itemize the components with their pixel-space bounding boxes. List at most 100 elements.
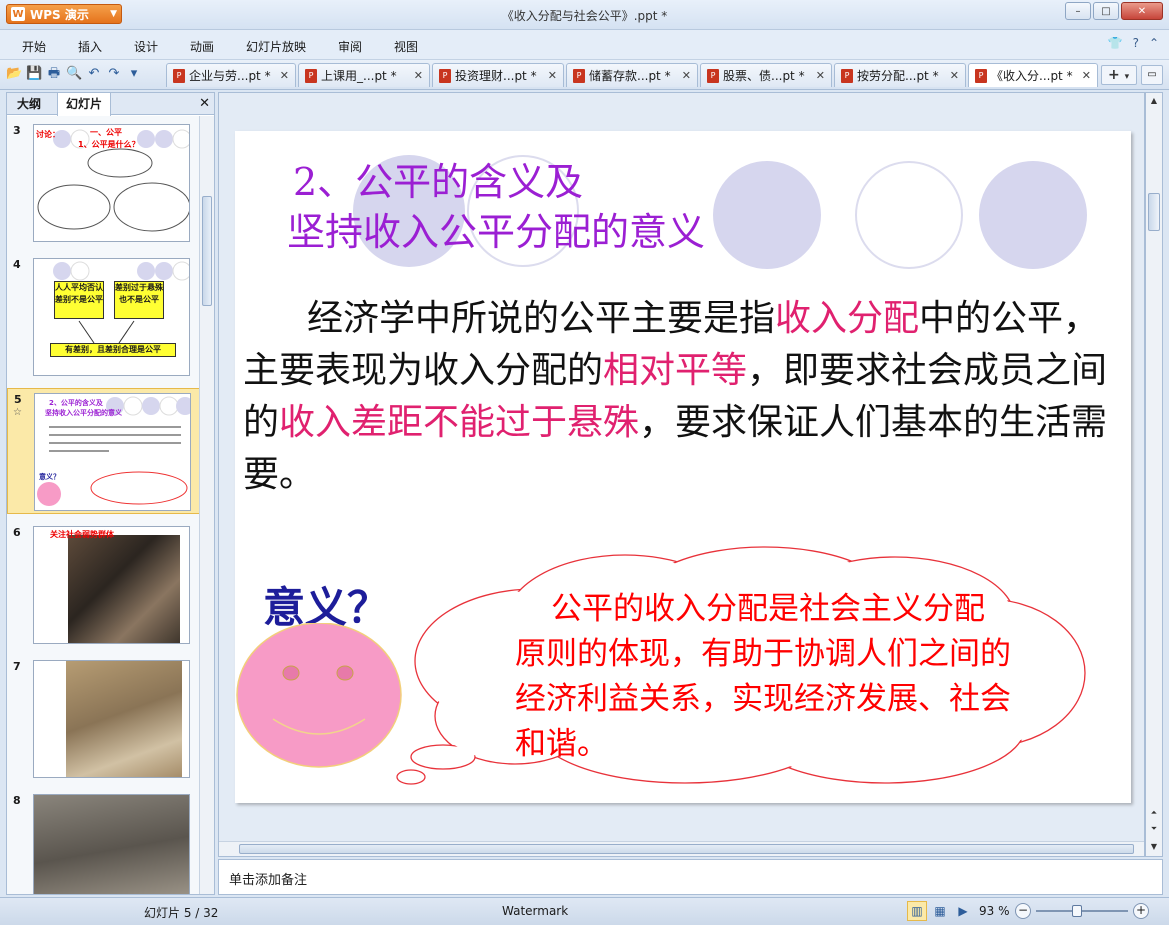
menu-home[interactable]: 开始 [22, 38, 46, 55]
close-tab-icon[interactable]: ✕ [414, 69, 423, 82]
close-tab-icon[interactable]: ✕ [816, 69, 825, 82]
thumbnail-row[interactable]: 8 [7, 790, 200, 894]
minimize-button[interactable]: – [1065, 2, 1091, 20]
slideshow-icon[interactable]: ▶ [953, 901, 973, 921]
save-icon[interactable]: 💾 [26, 66, 42, 82]
menu-view[interactable]: 视图 [394, 38, 418, 55]
thumb-question: 意义？ [39, 473, 60, 481]
close-tab-icon[interactable]: ✕ [950, 69, 959, 82]
thumb-box-3: 有差别，且差别合理是公平 [50, 343, 176, 357]
slide-number: 6 [13, 526, 21, 539]
tab-list-button[interactable]: ▭ [1141, 65, 1163, 85]
menu-insert[interactable]: 插入 [78, 38, 102, 55]
slide-title-line-1: 2、公平的含义及 [293, 160, 584, 204]
doc-tab[interactable]: P 储蓄存款...pt * ✕ [566, 63, 698, 87]
thumb-caption: 关注社会弱势群体 [50, 530, 114, 539]
slide-number: 4 [13, 258, 21, 271]
customize-toolbar-icon[interactable]: ▾ [126, 66, 142, 82]
decor-circle [855, 161, 963, 269]
body-highlight: 相对平等 [603, 350, 748, 391]
horizontal-scrollbar[interactable] [219, 841, 1144, 856]
thumbnail-row[interactable]: 6 关注社会弱势群体 [7, 522, 200, 646]
print-preview-icon[interactable]: 🔍 [66, 66, 82, 82]
panel-scrollbar-thumb[interactable] [202, 196, 212, 306]
scroll-up-icon[interactable]: ▲ [1146, 93, 1162, 109]
doc-tab-active[interactable]: P 《收入分...pt * ✕ [968, 63, 1098, 87]
close-button[interactable]: ✕ [1121, 2, 1163, 20]
ppt-file-icon: P [707, 68, 719, 83]
vertical-scrollbar-thumb[interactable] [1148, 193, 1160, 231]
slide-thumbnail[interactable]: 2、公平的含义及 坚持收入公平分配的意义 意义？ [34, 393, 191, 511]
elder-photo [66, 661, 182, 777]
close-tab-icon[interactable]: ✕ [548, 69, 557, 82]
panel-scrollbar[interactable] [199, 116, 214, 894]
doc-tab[interactable]: P 股票、债...pt * ✕ [700, 63, 832, 87]
cloud-text-content: 公平的收入分配是社会主义分配原则的体现，有助于协调人们之间的经济利益关系，实现经… [515, 591, 1011, 762]
tab-outline[interactable]: 大纲 [9, 93, 49, 115]
slide-thumbnail[interactable]: 关注社会弱势群体 [33, 526, 190, 644]
smiley-face [236, 623, 402, 768]
thumbnail-row-selected[interactable]: 5 ☆ 2、公平的含义及 坚持收入公平分配的意义 意义？ [7, 388, 200, 514]
doc-tab[interactable]: P 上课用_...pt * ✕ [298, 63, 430, 87]
doc-tab[interactable]: P 投资理财...pt * ✕ [432, 63, 564, 87]
ppt-file-icon: P [305, 68, 317, 83]
menu-slideshow[interactable]: 幻灯片放映 [246, 38, 306, 55]
prev-slide-icon[interactable]: ⏶ [1146, 805, 1162, 821]
doc-tab-label: 企业与劳...pt * [189, 69, 271, 83]
doc-tab[interactable]: P 按劳分配...pt * ✕ [834, 63, 966, 87]
shirt-icon[interactable]: 👕 [1108, 36, 1123, 50]
slide-title[interactable]: 2、公平的含义及 坚持收入公平分配的意义 [287, 157, 705, 257]
thumbnail-row[interactable]: 7 [7, 656, 200, 780]
undo-icon[interactable]: ↶ [86, 66, 102, 82]
thumb-subtitle: 1、公平是什么？ [78, 140, 140, 149]
zoom-slider-handle[interactable] [1072, 905, 1082, 917]
slide-title-line-2: 坚持收入公平分配的意义 [287, 210, 706, 254]
slide-thumbnail[interactable] [33, 794, 190, 894]
thumb-title-1: 2、公平的含义及 [49, 399, 103, 407]
slide-thumbnail[interactable]: 讨论： 一、公平 1、公平是什么？ [33, 124, 190, 242]
notes-pane[interactable]: 单击添加备注 [218, 859, 1163, 895]
doc-tab[interactable]: P 企业与劳...pt * ✕ [166, 63, 296, 87]
maximize-button[interactable]: □ [1093, 2, 1119, 20]
thumbnail-row[interactable]: 3 讨论： 一、公平 1、公平是什么？ [7, 120, 200, 244]
close-tab-icon[interactable]: ✕ [280, 69, 289, 82]
print-icon[interactable]: 🖶 [46, 66, 62, 82]
expand-icon[interactable]: ⌃ [1149, 36, 1159, 50]
zoom-out-button[interactable]: − [1015, 903, 1031, 919]
slide-canvas[interactable]: 2、公平的含义及 坚持收入公平分配的意义 经济学中所说的公平主要是指收入分配中的… [235, 131, 1131, 803]
cloud-text[interactable]: 公平的收入分配是社会主义分配原则的体现，有助于协调人们之间的经济利益关系，实现经… [515, 587, 1015, 767]
ppt-file-icon: P [975, 68, 987, 83]
decor-circle [713, 161, 821, 269]
animation-star-icon: ☆ [13, 407, 22, 418]
slide-body-text[interactable]: 经济学中所说的公平主要是指收入分配中的公平，主要表现为收入分配的相对平等，即要求… [243, 293, 1123, 501]
close-tab-icon[interactable]: ✕ [1082, 69, 1091, 82]
doc-tab-label: 按劳分配...pt * [857, 69, 939, 83]
doc-tab-label: 上课用_...pt * [321, 69, 397, 83]
help-icon[interactable]: ? [1133, 36, 1139, 50]
slide-sorter-icon[interactable]: ▦ [930, 901, 950, 921]
next-slide-icon[interactable]: ⏷ [1146, 821, 1162, 837]
slide-editor: 2、公平的含义及 坚持收入公平分配的意义 经济学中所说的公平主要是指收入分配中的… [218, 92, 1145, 857]
menu-design[interactable]: 设计 [134, 38, 158, 55]
redo-icon[interactable]: ↷ [106, 66, 122, 82]
thumb-box-1: 人人平均否认差别不是公平 [54, 281, 104, 319]
new-tab-button[interactable]: + ▾ [1101, 65, 1137, 85]
normal-view-icon[interactable]: ▥ [907, 901, 927, 921]
document-title: 《收入分配与社会公平》.ppt * [501, 9, 668, 23]
close-panel-icon[interactable]: ✕ [199, 96, 210, 111]
zoom-slider[interactable] [1036, 910, 1128, 912]
open-folder-icon[interactable]: 📂 [6, 66, 22, 82]
menu-review[interactable]: 审阅 [338, 38, 362, 55]
zoom-level: 93 % [979, 904, 1010, 918]
slide-thumbnail[interactable]: 人人平均否认差别不是公平 差别过于悬殊也不是公平 有差别，且差别合理是公平 [33, 258, 190, 376]
menu-animation[interactable]: 动画 [190, 38, 214, 55]
slide-thumbnail[interactable] [33, 660, 190, 778]
horizontal-scrollbar-thumb[interactable] [239, 844, 1134, 854]
thumbnail-row[interactable]: 4 人人平均否认差别不是公平 差别过于悬殊也不是公平 有差别，且差别合理是公平 [7, 254, 200, 378]
vertical-scrollbar[interactable]: ▲ ⏶ ⏷ ▼ [1145, 92, 1163, 857]
tab-slides[interactable]: 幻灯片 [57, 93, 112, 116]
scroll-down-icon[interactable]: ▼ [1146, 839, 1162, 855]
zoom-in-button[interactable]: + [1133, 903, 1149, 919]
close-tab-icon[interactable]: ✕ [682, 69, 691, 82]
status-bar: 幻灯片 5 / 32 Watermark ▥ ▦ ▶ 93 % − + [0, 897, 1169, 925]
